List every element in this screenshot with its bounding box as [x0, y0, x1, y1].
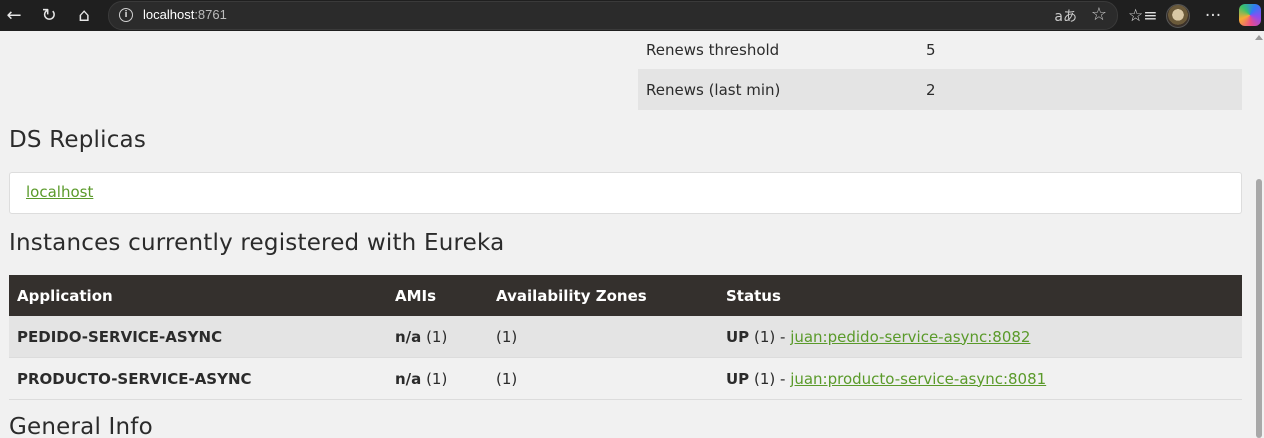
zones-cell: (1)	[488, 316, 718, 358]
amis-cell: n/a (1)	[387, 316, 488, 358]
ami-count: (1)	[426, 327, 448, 346]
profile-avatar[interactable]	[1166, 4, 1190, 28]
home-icon[interactable]: ⌂	[71, 3, 97, 29]
stat-value: 5	[918, 31, 1242, 69]
stat-key: Renews threshold	[638, 31, 918, 69]
back-arrow-icon[interactable]: ←	[1, 3, 27, 29]
read-aloud-icon[interactable]: aあ	[1054, 6, 1077, 26]
table-row: PEDIDO-SERVICE-ASYNC n/a (1) (1) UP (1) …	[9, 316, 1242, 358]
site-info-icon[interactable]: i	[119, 8, 133, 22]
amis-cell: n/a (1)	[387, 357, 488, 400]
scrollbar-thumb[interactable]	[1256, 179, 1262, 438]
stat-key: Renews (last min)	[638, 69, 918, 110]
zones-cell: (1)	[488, 357, 718, 400]
status-count: (1) -	[753, 327, 786, 346]
reload-icon[interactable]: ↻	[36, 3, 62, 29]
table-row: Renews threshold 5	[638, 31, 1242, 69]
application-name: PRODUCTO-SERVICE-ASYNC	[9, 357, 387, 400]
instance-link[interactable]: juan:pedido-service-async:8082	[790, 328, 1030, 346]
status-count: (1) -	[753, 369, 786, 388]
general-info-heading: General Info	[9, 414, 153, 438]
copilot-icon[interactable]	[1239, 4, 1261, 26]
application-name: PEDIDO-SERVICE-ASYNC	[9, 316, 387, 358]
col-header-amis: AMIs	[387, 275, 488, 316]
browser-toolbar: ← ↻ ⌂ i localhost:8761 aあ ☆ ☆≡ ···	[0, 0, 1264, 31]
url-host: localhost	[143, 7, 195, 22]
status-cell: UP (1) - juan:pedido-service-async:8082	[718, 316, 1242, 358]
url-text[interactable]: localhost:8761	[143, 7, 227, 22]
ds-replicas-heading: DS Replicas	[9, 127, 147, 153]
instances-table: Application AMIs Availability Zones Stat…	[9, 275, 1242, 400]
col-header-zones: Availability Zones	[488, 275, 718, 316]
renew-stats-table: Renews threshold 5 Renews (last min) 2	[638, 31, 1242, 110]
more-menu-icon[interactable]: ···	[1200, 3, 1226, 29]
instances-heading: Instances currently registered with Eure…	[9, 230, 505, 256]
vertical-scrollbar[interactable]	[1253, 31, 1264, 438]
replicas-list: localhost	[9, 172, 1242, 214]
status-value: UP	[726, 327, 750, 346]
instance-link[interactable]: juan:producto-service-async:8081	[790, 370, 1046, 388]
address-bar[interactable]: i localhost:8761 aあ ☆	[108, 1, 1118, 30]
favorites-list-icon[interactable]: ☆≡	[1128, 3, 1157, 29]
table-row: Renews (last min) 2	[638, 69, 1242, 110]
status-value: UP	[726, 369, 750, 388]
page-content: Renews threshold 5 Renews (last min) 2 D…	[0, 31, 1264, 438]
ami-count: (1)	[426, 369, 448, 388]
status-cell: UP (1) - juan:producto-service-async:808…	[718, 357, 1242, 400]
table-row: PRODUCTO-SERVICE-ASYNC n/a (1) (1) UP (1…	[9, 357, 1242, 400]
favorite-star-icon[interactable]: ☆	[1091, 4, 1107, 25]
replica-link[interactable]: localhost	[26, 183, 93, 201]
col-header-status: Status	[718, 275, 1242, 316]
scroll-up-arrow-icon[interactable]	[1255, 35, 1263, 40]
ami-value: n/a	[395, 369, 422, 388]
ami-value: n/a	[395, 327, 422, 346]
url-port: :8761	[194, 7, 227, 22]
table-header-row: Application AMIs Availability Zones Stat…	[9, 275, 1242, 316]
col-header-application: Application	[9, 275, 387, 316]
stat-value: 2	[918, 69, 1242, 110]
